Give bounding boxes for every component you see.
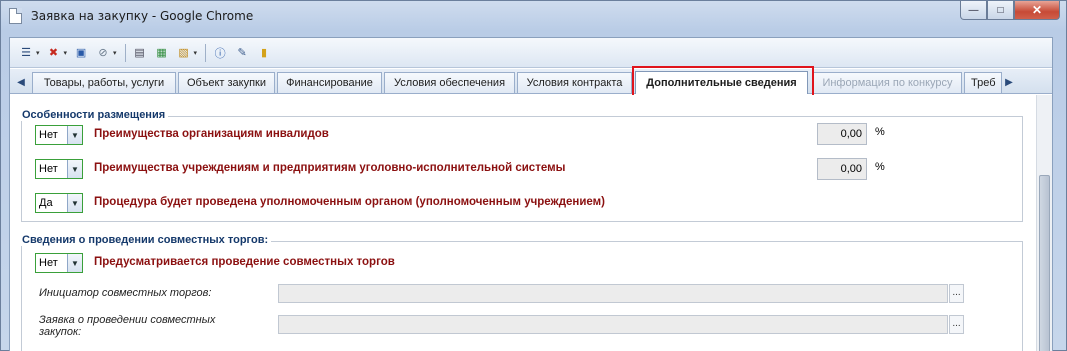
joint-tenders-label: Предусматривается проведение совместных … [94,256,395,268]
toolbar-item-info[interactable]: ⓘ [210,42,230,64]
title-bar[interactable]: Заявка на закупку - Google Chrome — □ ✕ [1,1,1066,31]
chevron-down-icon: ▾ [193,49,198,57]
save-icon: ▣ [75,47,87,59]
tab-security-terms[interactable]: Условия обеспечения [384,72,515,93]
toolbar-item-cancel[interactable]: ✖ ▾ [44,42,70,64]
initiator-lookup-button[interactable]: ... [949,284,964,303]
maximize-button[interactable]: □ [987,1,1014,20]
tab-contest-info[interactable]: Информация по конкурсу [813,72,962,93]
placement-features-group: Особенности размещения Нет ▼ Преимуществ… [19,109,1023,222]
select-value: Да [39,197,53,209]
toolbar-item-attach[interactable]: ⊘ ▾ [93,42,119,64]
tab-strip: ◀ Товары, работы, услуги Объект закупки … [10,69,1052,94]
chevron-down-icon: ▾ [63,49,68,57]
chevron-down-icon: ▾ [36,49,40,57]
minimize-button[interactable]: — [960,1,987,20]
document-edit-icon: ▧ [178,47,189,59]
window-title: Заявка на закупку - Google Chrome [31,9,254,23]
chevron-down-icon[interactable]: ▼ [67,254,82,272]
percent-unit: % [875,161,885,173]
joint-request-field[interactable] [278,315,948,334]
chevron-down-icon[interactable]: ▼ [67,194,82,212]
page-icon [9,8,22,24]
toolbar: ☰ ▾ ✖ ▾ ▣ ⊘ ▾ ▤ ▦ ▧ ▾ ⓘ ✎ ▮ [10,38,1052,68]
tab-scroll-right-icon[interactable]: ▶ [1002,73,1016,91]
chevron-down-icon[interactable]: ▼ [67,160,82,178]
initiator-label: Инициатор совместных торгов: [39,287,212,299]
toolbar-item-edit[interactable]: ▧ ▾ [174,42,200,64]
initiator-field[interactable] [278,284,948,303]
chevron-down-icon: ▾ [113,49,117,57]
tab-scroll-left-icon[interactable]: ◀ [14,73,28,91]
actions-menu-icon: ☰ [21,47,31,59]
disabled-orgs-percent-field[interactable]: 0,00 [817,123,867,145]
toolbar-item-print[interactable]: ▤ [130,42,150,64]
group-title: Особенности размещения [19,109,169,121]
select-value: Нет [39,257,58,269]
joint-tenders-select[interactable]: Нет ▼ [35,253,83,273]
app-content: ☰ ▾ ✖ ▾ ▣ ⊘ ▾ ▤ ▦ ▧ ▾ ⓘ ✎ ▮ ◀ Товары, ра… [9,37,1053,351]
penal-system-percent-field[interactable]: 0,00 [817,158,867,180]
active-tab-highlight [632,66,814,98]
toolbar-item-export[interactable]: ▦ [152,42,172,64]
disabled-orgs-label: Преимущества организациям инвалидов [94,128,329,140]
chevron-down-icon[interactable]: ▼ [67,126,82,144]
scrollbar-thumb[interactable] [1039,175,1050,351]
toolbar-separator [124,43,126,62]
authorized-body-select[interactable]: Да ▼ [35,193,83,213]
info-icon: ⓘ [214,47,226,60]
toolbar-item-actions[interactable]: ☰ ▾ [16,42,42,64]
percent-unit: % [875,126,885,138]
tab-procurement-object[interactable]: Объект закупки [178,72,275,93]
authorized-body-label: Процедура будет проведена уполномоченным… [94,196,605,208]
additional-info-panel: Особенности размещения Нет ▼ Преимуществ… [10,95,1037,351]
joint-tenders-group: Сведения о проведении совместных торгов:… [19,234,1023,351]
select-value: Нет [39,129,58,141]
penal-system-label: Преимущества учреждениям и предприятиям … [94,162,566,174]
cancel-icon: ✖ [48,47,59,59]
attach-icon: ⊘ [98,47,108,59]
tab-requirements[interactable]: Треб [964,72,1002,93]
toolbar-separator [205,43,207,62]
disabled-orgs-select[interactable]: Нет ▼ [35,125,83,145]
joint-request-lookup-button[interactable]: ... [949,315,964,334]
toolbar-item-save[interactable]: ▣ [71,42,91,64]
browser-window: Заявка на закупку - Google Chrome — □ ✕ … [0,0,1067,351]
penal-system-select[interactable]: Нет ▼ [35,159,83,179]
close-button[interactable]: ✕ [1014,1,1060,20]
tab-financing[interactable]: Финансирование [277,72,382,93]
joint-request-label: Заявка о проведении совместных закупок: [39,314,216,338]
tab-goods-works-services[interactable]: Товары, работы, услуги [32,72,176,93]
tab-contract-terms[interactable]: Условия контракта [517,72,632,93]
archive-icon: ▮ [261,47,268,59]
group-title: Сведения о проведении совместных торгов: [19,234,272,246]
select-value: Нет [39,163,58,175]
print-icon: ▤ [134,47,145,59]
toolbar-item-archive[interactable]: ▮ [254,42,274,64]
vertical-scrollbar[interactable] [1036,95,1052,351]
toolbar-item-tools[interactable]: ✎ [232,42,252,64]
document-export-icon: ▦ [156,47,167,59]
tools-icon: ✎ [237,47,247,59]
